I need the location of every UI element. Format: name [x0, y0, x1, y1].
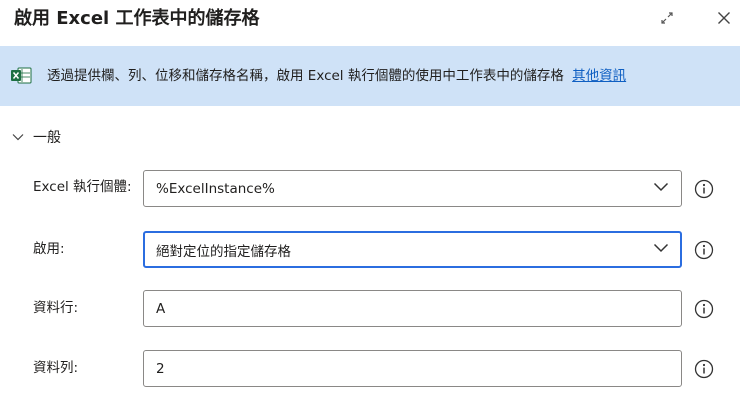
- activate-dropdown[interactable]: 絕對定位的指定儲存格: [143, 231, 682, 268]
- row-value: 2: [156, 360, 165, 377]
- column-label: 資料行:: [33, 300, 79, 316]
- activate-label: 啟用:: [33, 241, 65, 257]
- info-banner: 透過提供欄、列、位移和儲存格名稱，啟用 Excel 執行個體的使用中工作表中的儲…: [0, 46, 740, 106]
- chevron-down-icon: [12, 134, 24, 141]
- section-general-toggle[interactable]: 一般: [12, 127, 61, 147]
- close-icon: [718, 12, 730, 24]
- row-input[interactable]: 2: [143, 350, 682, 387]
- banner-text: 透過提供欄、列、位移和儲存格名稱，啟用 Excel 執行個體的使用中工作表中的儲…: [47, 68, 564, 84]
- excel-instance-value: %ExcelInstance%: [156, 180, 275, 197]
- activate-value: 絕對定位的指定儲存格: [156, 243, 291, 260]
- excel-instance-label: Excel 執行個體:: [33, 179, 132, 195]
- close-button[interactable]: [710, 4, 738, 32]
- excel-instance-dropdown[interactable]: %ExcelInstance%: [143, 170, 682, 207]
- chevron-down-icon: [653, 182, 669, 192]
- info-icon[interactable]: [694, 240, 714, 260]
- expand-button[interactable]: [653, 4, 681, 32]
- activate-cell-dialog: 啟用 Excel 工作表中的儲存格 透過提供欄、列、位移和儲存格名稱，啟用 Ex…: [0, 0, 740, 413]
- chevron-down-icon: [653, 243, 669, 253]
- info-icon[interactable]: [694, 299, 714, 319]
- column-value: A: [156, 300, 166, 317]
- expand-diagonal-icon: [661, 12, 673, 24]
- more-info-link[interactable]: 其他資訊: [572, 68, 626, 84]
- column-input[interactable]: A: [143, 290, 682, 327]
- row-label: 資料列:: [33, 360, 79, 376]
- dialog-title: 啟用 Excel 工作表中的儲存格: [14, 8, 260, 29]
- excel-icon: [11, 67, 32, 84]
- section-general-label: 一般: [33, 130, 61, 146]
- info-icon[interactable]: [694, 359, 714, 379]
- info-icon[interactable]: [694, 179, 714, 199]
